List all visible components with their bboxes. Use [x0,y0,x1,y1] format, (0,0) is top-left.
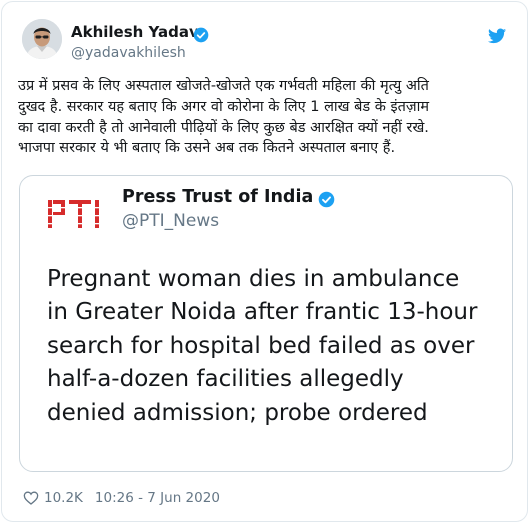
verified-badge-icon [193,27,209,43]
like-count[interactable]: 10.2K [44,490,83,506]
quoted-tweet-text: Pregnant woman dies in ambulance in Grea… [47,266,478,426]
tweet-text: उप्र में प्रसव के लिए अस्पताल खोजते-खोजत… [18,78,430,157]
author-handle[interactable]: @yadavakhilesh [71,45,186,61]
author-name[interactable]: Akhilesh Yadav [71,23,199,41]
verified-badge-icon [318,191,335,208]
tweet-footer: 10.2K 10:26 - 7 Jun 2020 [23,488,220,508]
tweet-card[interactable]: Akhilesh Yadav @yadavakhilesh उप्र में प… [1,1,528,522]
quoted-author-handle[interactable]: @PTI_News [122,211,219,231]
avatar-portrait-icon [22,19,62,59]
quoted-author-name[interactable]: Press Trust of India [122,187,313,207]
heart-icon[interactable] [23,490,39,506]
avatar[interactable] [22,19,62,59]
quoted-tweet[interactable]: Press Trust of India @PTI_News Pregnant … [19,175,513,472]
pti-logo [48,200,108,228]
timestamp[interactable]: 10:26 - 7 Jun 2020 [95,490,220,506]
twitter-bird-icon[interactable] [488,28,506,44]
